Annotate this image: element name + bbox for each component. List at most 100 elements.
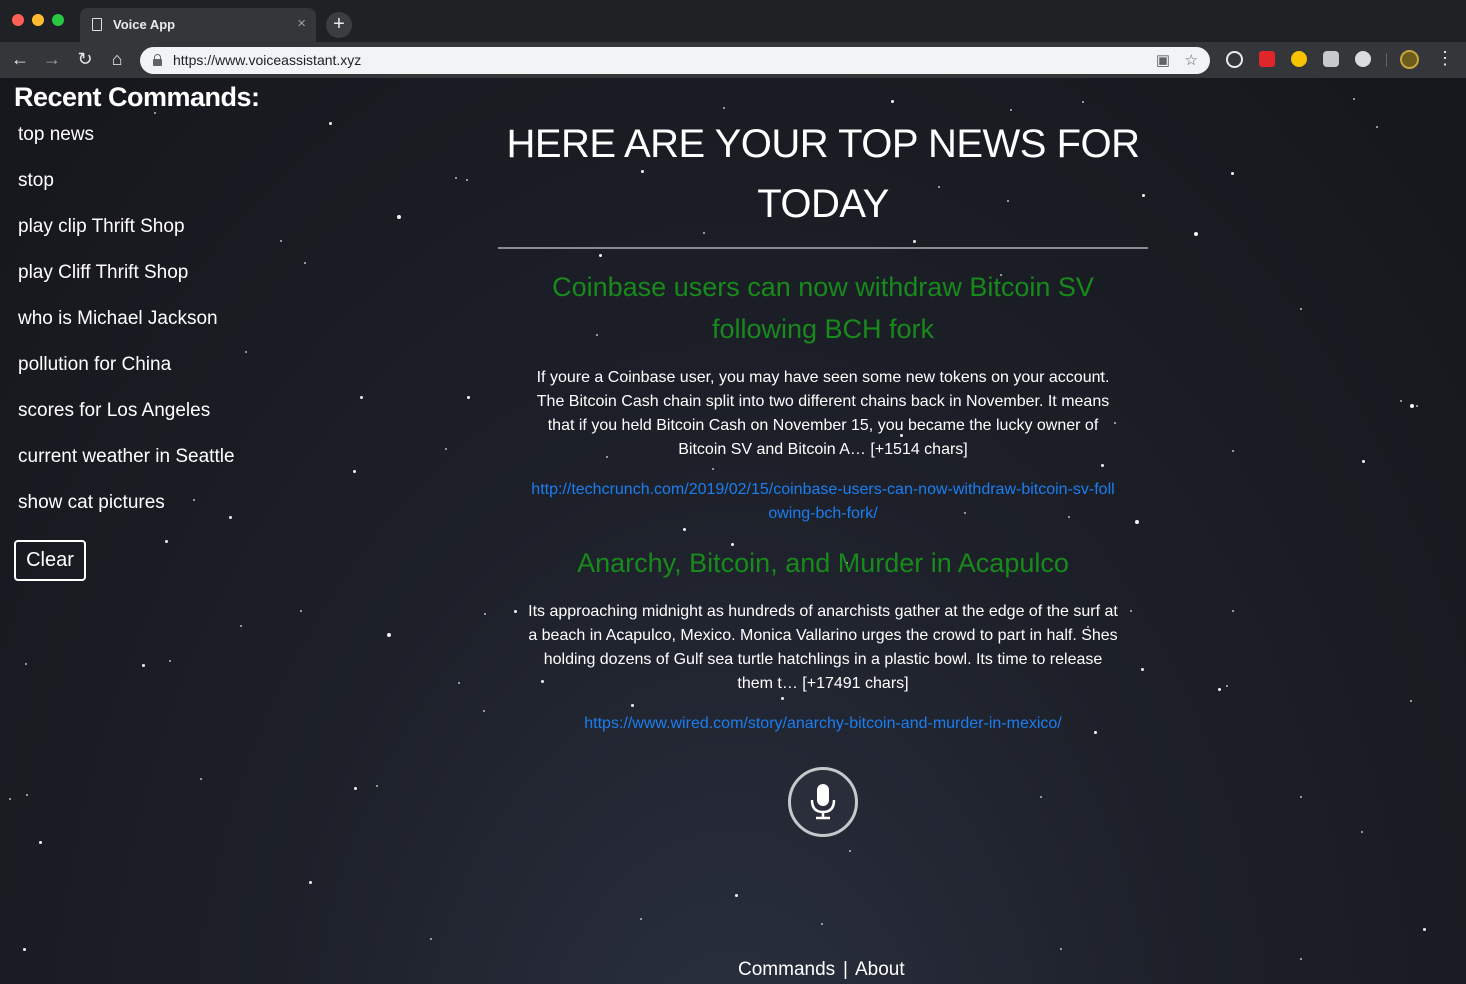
star-dot xyxy=(1232,610,1234,612)
star-dot xyxy=(200,778,202,780)
star-dot xyxy=(712,468,714,470)
star-dot xyxy=(514,610,517,613)
star-dot xyxy=(1101,464,1104,467)
tab-close-icon[interactable]: × xyxy=(297,15,306,32)
toolbar-divider xyxy=(1386,53,1387,67)
command-item[interactable]: stop xyxy=(18,170,54,192)
command-item[interactable]: play clip Thrift Shop xyxy=(18,216,185,238)
star-dot xyxy=(1361,831,1363,833)
star-dot xyxy=(1135,520,1139,524)
star-dot xyxy=(169,660,171,662)
recent-commands-panel: Recent Commands: top news stop play clip… xyxy=(14,82,260,581)
star-dot xyxy=(397,215,401,219)
star-dot xyxy=(631,704,634,707)
command-item[interactable]: play Cliff Thrift Shop xyxy=(18,262,188,284)
page-viewport: Recent Commands: top news stop play clip… xyxy=(0,78,1466,984)
article-title: Anarchy, Bitcoin, and Murder in Acapulco xyxy=(577,548,1069,578)
command-item[interactable]: who is Michael Jackson xyxy=(18,308,218,330)
star-dot xyxy=(445,448,447,450)
clear-button[interactable]: Clear xyxy=(14,540,86,581)
star-dot xyxy=(1226,685,1228,687)
star-dot xyxy=(245,351,247,353)
article-link[interactable]: https://www.wired.com/story/anarchy-bitc… xyxy=(528,712,1118,736)
extension-red-icon[interactable] xyxy=(1259,51,1275,67)
star-dot xyxy=(280,240,282,242)
bookmark-star-icon[interactable]: ☆ xyxy=(1185,51,1198,69)
footer-separator: | xyxy=(843,959,848,980)
star-dot xyxy=(1040,796,1042,798)
home-icon[interactable]: ⌂ xyxy=(106,48,128,70)
star-dot xyxy=(849,850,851,852)
star-dot xyxy=(1300,796,1302,798)
window-minimize-button[interactable] xyxy=(32,14,44,26)
address-bar[interactable]: https://www.voiceassistant.xyz ▣ ☆ xyxy=(140,47,1210,74)
command-item[interactable]: show cat pictures xyxy=(18,492,165,514)
url-text[interactable]: https://www.voiceassistant.xyz xyxy=(173,52,361,68)
extension-gray-icon[interactable] xyxy=(1323,51,1339,67)
star-dot xyxy=(1010,109,1012,111)
star-dot xyxy=(781,697,784,700)
star-dot xyxy=(467,396,470,399)
microphone-icon xyxy=(810,784,836,820)
extension-yellow-icon[interactable] xyxy=(1291,51,1307,67)
article-link[interactable]: http://techcrunch.com/2019/02/15/coinbas… xyxy=(528,478,1118,526)
command-item[interactable]: current weather in Seattle xyxy=(18,446,235,468)
forward-arrow-icon[interactable]: → xyxy=(41,48,63,70)
recent-commands-heading: Recent Commands: xyxy=(14,82,260,112)
star-dot xyxy=(193,499,195,501)
star-dot xyxy=(430,938,432,940)
browser-tab[interactable]: Voice App × xyxy=(80,8,316,42)
tab-title: Voice App xyxy=(113,17,176,32)
star-dot xyxy=(39,841,42,844)
star-dot xyxy=(1410,700,1412,702)
star-dot xyxy=(23,948,26,951)
star-dot xyxy=(455,177,457,179)
star-dot xyxy=(1376,126,1378,128)
window-maximize-button[interactable] xyxy=(52,14,64,26)
star-dot xyxy=(735,894,738,897)
page-title: HERE ARE YOUR TOP NEWS FOR TODAY xyxy=(498,114,1148,234)
page-title-line-1: HERE ARE YOUR TOP NEWS FOR xyxy=(506,122,1140,166)
command-item[interactable]: top news xyxy=(18,124,94,146)
star-dot xyxy=(683,528,686,531)
star-dot xyxy=(466,179,468,181)
article-title: Coinbase users can now withdraw Bitcoin … xyxy=(552,272,1094,344)
footer-about-link[interactable]: About xyxy=(855,959,905,981)
new-tab-button[interactable]: + xyxy=(326,12,352,38)
article-summary: Its approaching midnight as hundreds of … xyxy=(528,603,1118,692)
star-dot xyxy=(354,787,357,790)
headline-divider xyxy=(498,247,1148,249)
star-dot xyxy=(304,262,306,264)
star-dot xyxy=(484,613,486,615)
command-item[interactable]: scores for Los Angeles xyxy=(18,400,210,422)
back-arrow-icon[interactable]: ← xyxy=(9,48,31,70)
star-dot xyxy=(1300,308,1302,310)
star-dot xyxy=(387,633,391,637)
star-dot xyxy=(1231,172,1234,175)
footer-commands-link[interactable]: Commands xyxy=(738,959,835,981)
microphone-button[interactable] xyxy=(788,767,858,837)
star-dot xyxy=(360,396,363,399)
window-close-button[interactable] xyxy=(12,14,24,26)
star-dot xyxy=(1194,232,1198,236)
reload-icon[interactable]: ↻ xyxy=(74,48,96,70)
star-dot xyxy=(1232,450,1234,452)
star-dot xyxy=(599,254,602,257)
star-dot xyxy=(329,122,332,125)
star-dot xyxy=(1130,610,1132,612)
star-dot xyxy=(1060,948,1062,950)
profile-avatar[interactable] xyxy=(1400,50,1419,69)
star-dot xyxy=(640,918,642,920)
star-dot xyxy=(9,798,11,800)
command-item[interactable]: pollution for China xyxy=(18,354,171,376)
react-devtools-icon[interactable] xyxy=(1226,51,1243,68)
extension-white-icon[interactable] xyxy=(1355,51,1371,67)
star-dot xyxy=(483,710,485,712)
star-dot xyxy=(723,107,725,109)
star-dot xyxy=(1410,404,1414,408)
star-dot xyxy=(229,516,232,519)
star-dot xyxy=(25,663,27,665)
blocked-content-icon[interactable]: ▣ xyxy=(1156,51,1170,69)
browser-menu-icon[interactable]: ⋮ xyxy=(1436,48,1454,69)
star-dot xyxy=(165,540,168,543)
